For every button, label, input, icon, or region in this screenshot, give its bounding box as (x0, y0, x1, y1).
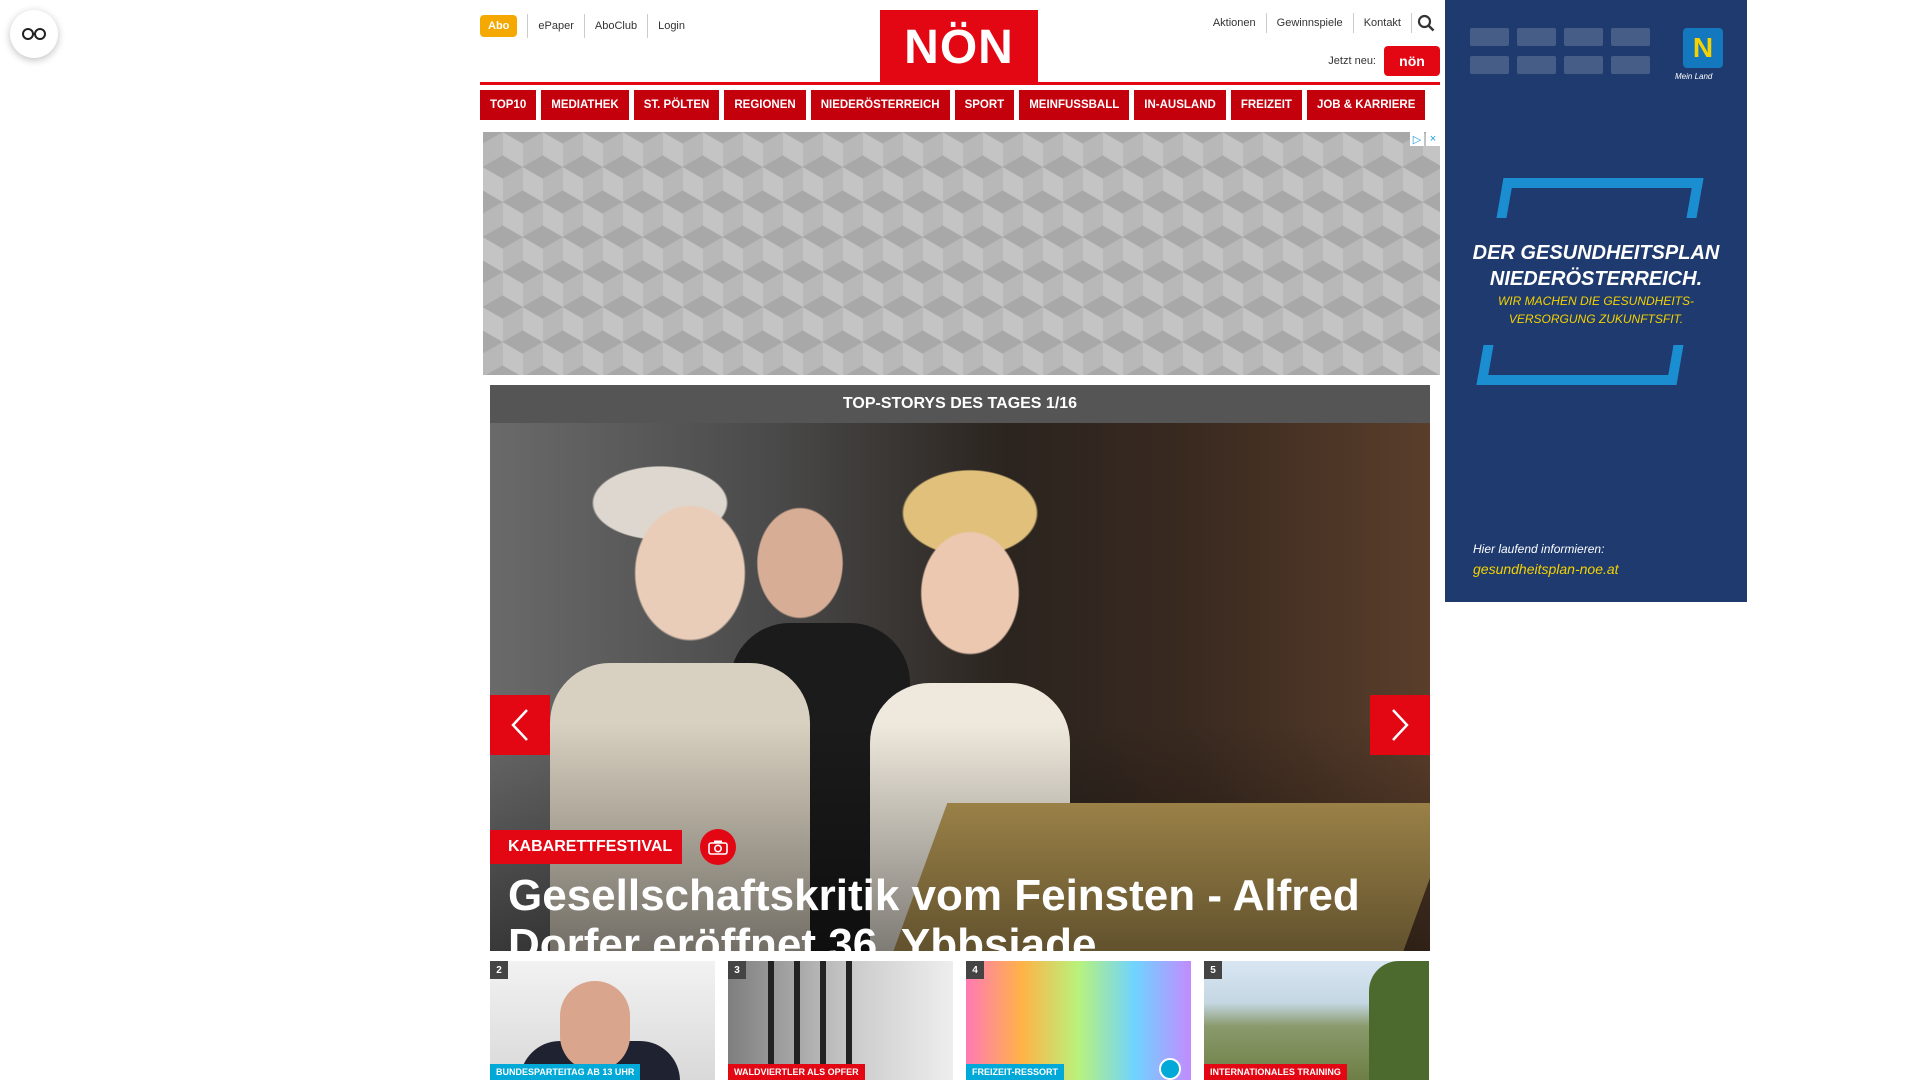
ad-subtitle: WIR MACHEN DIE GESUNDHEITS- VERSORGUNG Z… (1445, 292, 1747, 328)
chevron-right-icon (1392, 709, 1409, 741)
photo-trees (1369, 961, 1429, 1080)
noe-logo: N (1683, 28, 1723, 68)
thumbnail-label: WALDVIERTLER ALS OPFER (728, 1064, 865, 1080)
partner-logo (1517, 28, 1556, 46)
header-divider (480, 82, 1440, 85)
search-icon[interactable] (1412, 12, 1440, 34)
ad-info-text: Hier laufend informieren: (1473, 542, 1605, 556)
main-nav: TOP10 MEDIATHEK ST. PÖLTEN REGIONEN NIED… (480, 90, 1440, 120)
nav-st-poelten[interactable]: ST. PÖLTEN (633, 90, 720, 120)
thumbnail-number: 2 (490, 961, 508, 979)
thumbnail-label: FREIZEIT-RESSORT (966, 1064, 1065, 1080)
slider-next-button[interactable] (1370, 695, 1430, 755)
decor-bracket (1496, 178, 1704, 218)
photo-person (560, 981, 630, 1071)
jetzt-neu: Jetzt neu: nön (1328, 46, 1440, 76)
ad-close-icon[interactable]: × (1426, 132, 1440, 146)
glasses-icon (22, 28, 46, 40)
jetzt-neu-label: Jetzt neu: (1328, 55, 1376, 67)
site-logo[interactable]: NÖN (880, 10, 1038, 84)
accessibility-button[interactable] (10, 10, 58, 58)
ad-title-line: DER GESUNDHEITSPLAN (1472, 242, 1720, 264)
camera-icon (700, 829, 737, 865)
nav-sport[interactable]: SPORT (954, 90, 1015, 120)
login-link[interactable]: Login (647, 14, 695, 38)
ad-info-icon[interactable]: ▷ (1410, 132, 1424, 146)
slider-prev-button[interactable] (490, 695, 550, 755)
nav-niederoesterreich[interactable]: NIEDERÖSTERREICH (810, 90, 950, 120)
thumbnail-number: 3 (728, 961, 746, 979)
story-thumbnail[interactable]: 2 BUNDESPARTEITAG AB 13 UHR (490, 961, 715, 1080)
nav-top10[interactable]: TOP10 (480, 90, 537, 120)
aktionen-link[interactable]: Aktionen (1203, 13, 1267, 33)
story-meta: KABARETTFESTIVAL (490, 829, 737, 865)
decor-bracket (1476, 345, 1684, 385)
top-bar: Abo ePaper AboClub Login NÖN Aktionen Ge… (480, 0, 1440, 84)
abo-button[interactable]: Abo (480, 15, 518, 37)
ad-link[interactable]: gesundheitsplan-noe.at (1473, 561, 1619, 577)
nav-freizeit[interactable]: FREIZEIT (1230, 90, 1302, 120)
chevron-left-icon (511, 709, 528, 741)
story-thumbnail[interactable]: 3 WALDVIERTLER ALS OPFER (728, 961, 953, 1080)
thumbnail-number: 5 (1204, 961, 1222, 979)
partner-logo (1470, 56, 1509, 74)
thumbnail-label: BUNDESPARTEITAG AB 13 UHR (490, 1064, 641, 1080)
ad-choices[interactable]: ▷ × (1410, 132, 1440, 146)
nav-regionen[interactable]: REGIONEN (724, 90, 806, 120)
partner-logo (1470, 28, 1509, 46)
ad-title: DER GESUNDHEITSPLAN NIEDERÖSTERREICH. (1445, 240, 1747, 292)
nav-meinfussball[interactable]: MEINFUSSBALL (1019, 90, 1130, 120)
ad-subtitle-line: VERSORGUNG ZUKUNFTSFIT. (1508, 312, 1684, 326)
partner-logo (1564, 56, 1603, 74)
nav-job-karriere[interactable]: JOB & KARRIERE (1306, 90, 1426, 120)
top-stories-slider[interactable]: TOP-STORYS DES TAGES 1/16 KABARETTFESTIV… (490, 385, 1430, 951)
banner-ad[interactable]: ▷ × (483, 132, 1440, 375)
sidebar-ad[interactable]: N Mein Land DER GESUNDHEITSPLAN NIEDERÖS… (1445, 0, 1747, 602)
story-thumbnail[interactable]: 4 FREIZEIT-RESSORT (966, 961, 1191, 1080)
top-links-left: Abo ePaper AboClub Login (480, 14, 695, 38)
main-page: Abo ePaper AboClub Login NÖN Aktionen Ge… (480, 0, 1440, 1080)
ad-subtitle-line: WIR MACHEN DIE GESUNDHEITS- (1497, 294, 1694, 308)
partner-logo (1564, 28, 1603, 46)
partner-logo (1517, 56, 1556, 74)
epaper-link[interactable]: ePaper (527, 14, 583, 38)
noen-app-logo[interactable]: nön (1384, 46, 1440, 76)
slider-header: TOP-STORYS DES TAGES 1/16 (490, 385, 1430, 423)
slider-image[interactable]: KABARETTFESTIVAL Gesellschaftskritik vom… (490, 423, 1430, 951)
story-headline[interactable]: Gesellschaftskritik vom Feinsten - Alfre… (508, 871, 1408, 951)
mein-land-label: Mein Land (1675, 72, 1713, 81)
partner-logo (1611, 28, 1650, 46)
nav-mediathek[interactable]: MEDIATHEK (541, 90, 629, 120)
gewinnspiele-link[interactable]: Gewinnspiele (1267, 13, 1354, 33)
thumbnail-number: 4 (966, 961, 984, 979)
aboclub-link[interactable]: AboClub (583, 14, 647, 38)
thumbnail-label: INTERNATIONALES TRAINING (1204, 1064, 1347, 1080)
story-thumbnail[interactable]: 5 INTERNATIONALES TRAINING (1204, 961, 1429, 1080)
photo-bars (768, 961, 858, 1080)
nav-in-ausland[interactable]: IN-AUSLAND (1134, 90, 1226, 120)
ad-title-line: NIEDERÖSTERREICH. (1489, 268, 1703, 290)
partner-logos (1470, 28, 1650, 74)
story-thumbnails: 2 BUNDESPARTEITAG AB 13 UHR 3 WALDVIERTL… (490, 961, 1430, 1080)
camera-icon (1159, 1058, 1181, 1080)
partner-logo (1611, 56, 1650, 74)
story-category-tag[interactable]: KABARETTFESTIVAL (490, 830, 683, 864)
kontakt-link[interactable]: Kontakt (1354, 13, 1412, 33)
top-links-right: Aktionen Gewinnspiele Kontakt (1203, 12, 1440, 34)
